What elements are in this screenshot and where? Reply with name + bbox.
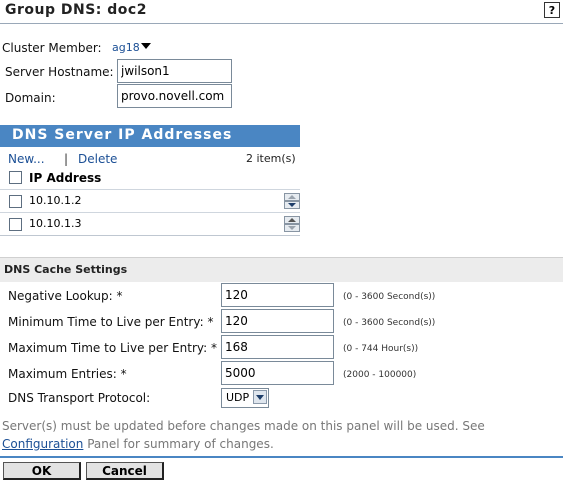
server-hostname-label: Server Hostname: <box>5 65 114 79</box>
negative-lookup-input[interactable] <box>221 283 334 307</box>
table-row: 10.10.1.2 <box>0 190 300 212</box>
footer-divider <box>0 456 563 458</box>
notice-text-before: Server(s) must be updated before changes… <box>2 419 485 433</box>
new-link[interactable]: New... <box>8 152 45 166</box>
dns-cache-section-header: DNS Cache Settings <box>0 257 563 282</box>
update-notice: Server(s) must be updated before changes… <box>2 417 563 453</box>
page-title: Group DNS: doc2 <box>5 2 147 18</box>
max-ttl-input[interactable] <box>221 335 334 359</box>
item-count: 2 item(s) <box>246 152 296 165</box>
move-up-icon[interactable] <box>284 216 300 224</box>
ip-address-cell: 10.10.1.2 <box>29 194 82 207</box>
ok-button[interactable]: OK <box>3 462 81 480</box>
server-hostname-input[interactable] <box>117 59 232 83</box>
dns-servers-table: New... | Delete 2 item(s) IP Address 10.… <box>0 147 300 236</box>
max-entries-label: Maximum Entries: * <box>8 367 127 381</box>
cluster-member-value[interactable]: ag18 <box>112 41 140 54</box>
configuration-link[interactable]: Configuration <box>2 437 83 451</box>
move-down-icon[interactable] <box>284 201 300 209</box>
chevron-down-icon[interactable] <box>253 390 267 404</box>
move-down-icon[interactable] <box>284 224 300 232</box>
select-all-checkbox[interactable] <box>9 171 22 184</box>
move-up-icon[interactable] <box>284 193 300 201</box>
table-row: 10.10.1.3 <box>0 213 300 235</box>
row-checkbox[interactable] <box>9 195 22 208</box>
min-ttl-label: Minimum Time to Live per Entry: * <box>8 315 214 329</box>
dns-servers-title: DNS Server IP Addresses <box>12 127 233 143</box>
notice-text-after: Panel for summary of changes. <box>83 437 274 451</box>
max-entries-input[interactable] <box>221 361 334 385</box>
cancel-button[interactable]: Cancel <box>86 462 164 480</box>
domain-input[interactable] <box>117 84 232 108</box>
cluster-member-select[interactable]: ag18 <box>112 41 140 54</box>
dns-cache-section-title: DNS Cache Settings <box>4 263 128 276</box>
negative-lookup-hint: (0 - 3600 Second(s)) <box>343 292 436 302</box>
title-bar: Group DNS: doc2 ? <box>0 0 563 24</box>
toolbar-separator: | <box>64 152 69 166</box>
ip-address-cell: 10.10.1.3 <box>29 217 82 230</box>
transport-protocol-value: UDP <box>226 391 250 404</box>
cluster-member-label: Cluster Member: <box>2 41 102 55</box>
max-ttl-hint: (0 - 744 Hour(s)) <box>343 344 419 354</box>
ip-address-column-header: IP Address <box>29 171 102 185</box>
negative-lookup-label: Negative Lookup: * <box>8 289 123 303</box>
row-checkbox[interactable] <box>9 218 22 231</box>
title-divider <box>0 23 563 24</box>
help-button[interactable]: ? <box>544 2 560 18</box>
transport-protocol-label: DNS Transport Protocol: <box>8 391 151 405</box>
min-ttl-input[interactable] <box>221 309 334 333</box>
domain-label: Domain: <box>5 91 56 105</box>
max-ttl-label: Maximum Time to Live per Entry: * <box>8 341 217 355</box>
dns-servers-header: DNS Server IP Addresses <box>0 125 300 147</box>
min-ttl-hint: (0 - 3600 Second(s)) <box>343 318 436 328</box>
chevron-down-icon[interactable] <box>141 43 151 49</box>
delete-link[interactable]: Delete <box>78 152 117 166</box>
max-entries-hint: (2000 - 100000) <box>343 370 417 380</box>
transport-protocol-select[interactable]: UDP <box>221 388 269 408</box>
